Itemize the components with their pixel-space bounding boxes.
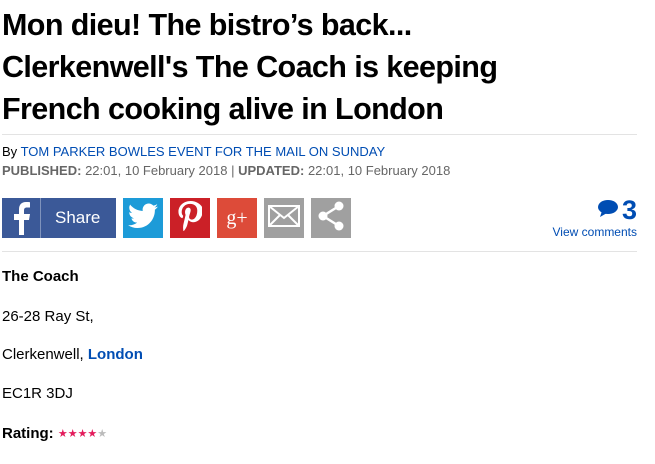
comments-widget[interactable]: 3 View comments (517, 196, 637, 239)
share-toolbar: Share g+ (2, 198, 351, 238)
google-plus-icon: g+ (226, 206, 248, 229)
rating-stars-empty: ★ (97, 428, 108, 440)
divider (2, 134, 637, 135)
rating-label: Rating: (2, 425, 54, 442)
byline: By TOM PARKER BOWLES EVENT FOR THE MAIL … (2, 144, 385, 160)
restaurant-name: The Coach (2, 268, 79, 285)
address-line-1: 26-28 Ray St, (2, 308, 94, 325)
address-line-2: Clerkenwell, London (2, 346, 143, 364)
facebook-share-label: Share (55, 208, 101, 227)
article-headline: Mon dieu! The bistro’s back... Clerkenwe… (2, 4, 652, 130)
headline-line-2: Clerkenwell's The Coach is keeping (2, 50, 498, 84)
published-date: 22:01, 10 February 2018 (85, 163, 228, 178)
author-link[interactable]: TOM PARKER BOWLES EVENT FOR THE MAIL ON … (21, 144, 386, 159)
email-share-button[interactable] (264, 198, 304, 238)
rating-stars: ★★★★★ (58, 428, 107, 440)
share-icon (317, 201, 345, 236)
headline-line-1: Mon dieu! The bistro’s back... (2, 8, 412, 42)
email-icon (268, 204, 300, 232)
twitter-icon (128, 203, 158, 234)
published-label: PUBLISHED: (2, 163, 82, 178)
article-dates: PUBLISHED: 22:01, 10 February 2018 | UPD… (2, 163, 450, 179)
pinterest-share-button[interactable] (170, 198, 210, 238)
rating: Rating: ★★★★★ (2, 425, 107, 443)
comment-count: 3 (621, 195, 637, 225)
speech-bubble-icon (597, 199, 619, 222)
postcode: EC1R 3DJ (2, 385, 73, 402)
london-link[interactable]: London (88, 346, 143, 363)
comment-count-line: 3 (517, 196, 637, 224)
headline-line-3: French cooking alive in London (2, 92, 444, 126)
divider (2, 251, 637, 252)
facebook-share-button[interactable]: Share (2, 198, 116, 238)
twitter-share-button[interactable] (123, 198, 163, 238)
facebook-icon (2, 198, 41, 238)
more-share-button[interactable] (311, 198, 351, 238)
byline-prefix: By (2, 144, 18, 159)
updated-date: 22:01, 10 February 2018 (307, 163, 451, 178)
pinterest-icon (178, 200, 203, 236)
view-comments-link[interactable]: View comments (517, 225, 637, 239)
google-plus-share-button[interactable]: g+ (217, 198, 257, 238)
article-page: Mon dieu! The bistro’s back... Clerkenwe… (0, 0, 655, 464)
address-area: Clerkenwell, (2, 346, 84, 363)
updated-label: UPDATED: (238, 163, 305, 178)
rating-stars-filled: ★★★★ (57, 428, 98, 440)
date-separator: | (231, 163, 235, 178)
